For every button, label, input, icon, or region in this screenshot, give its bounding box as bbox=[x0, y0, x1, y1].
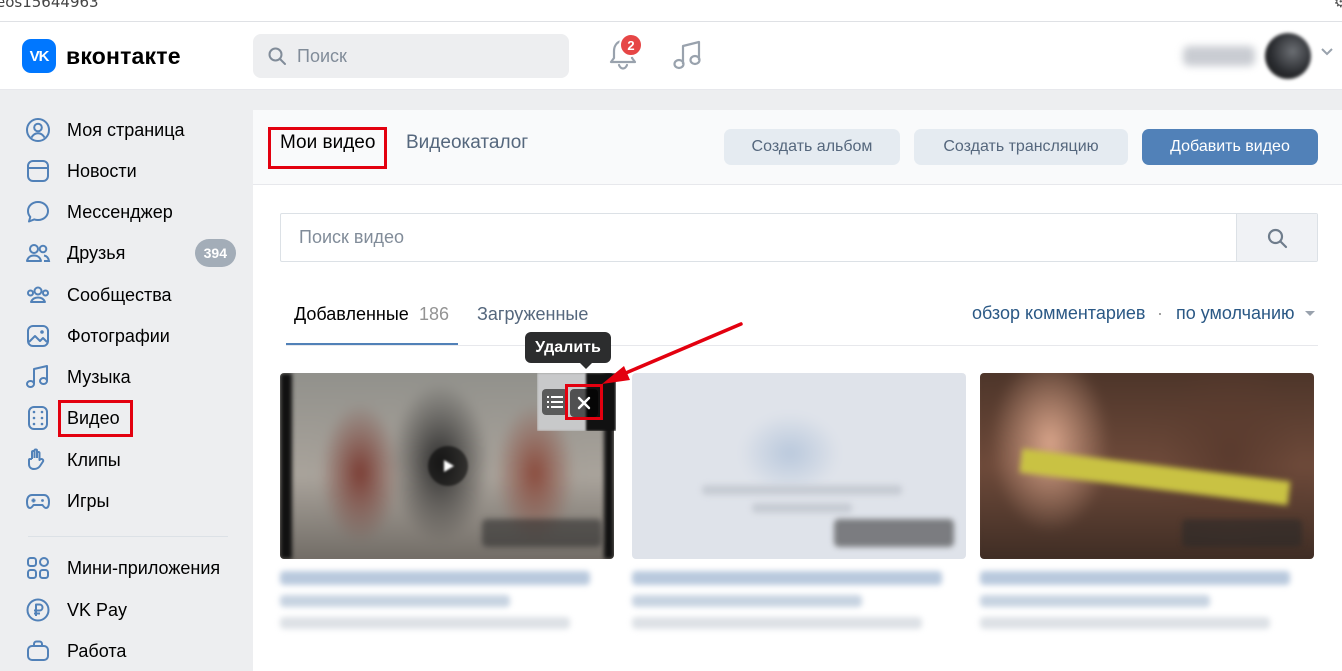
search-icon bbox=[268, 47, 286, 65]
video-author[interactable] bbox=[280, 595, 510, 607]
annotation-arrow-icon bbox=[602, 322, 743, 384]
video-meta bbox=[280, 617, 570, 629]
search-icon bbox=[1267, 228, 1288, 248]
message-icon bbox=[24, 198, 52, 226]
sidebar-item-label: Работа bbox=[67, 640, 127, 661]
sidebar-item-mini-apps[interactable]: Мини-приложения bbox=[24, 550, 236, 586]
top-header: VK вконтакте 2 bbox=[0, 22, 1342, 90]
sidebar-item-label: Клипы bbox=[67, 449, 121, 470]
url-text: eos15644963 bbox=[0, 0, 99, 11]
video-card[interactable] bbox=[980, 373, 1314, 629]
sidebar-item-clips[interactable]: Клипы bbox=[24, 442, 236, 478]
video-duration bbox=[1182, 519, 1302, 547]
sidebar-item-games[interactable]: Игры bbox=[24, 483, 236, 519]
sidebar-item-my-page[interactable]: Моя страница bbox=[24, 112, 236, 148]
sidebar-divider bbox=[28, 536, 228, 537]
video-card[interactable] bbox=[632, 373, 966, 629]
add-video-button[interactable]: Добавить видео bbox=[1142, 129, 1318, 165]
sidebar-item-friends[interactable]: Друзья 394 bbox=[24, 235, 236, 271]
logo-text: вконтакте bbox=[66, 42, 181, 69]
photo-icon bbox=[24, 322, 52, 350]
video-meta bbox=[632, 617, 922, 629]
apps-icon bbox=[24, 554, 52, 582]
sidebar-item-messenger[interactable]: Мессенджер bbox=[24, 194, 236, 230]
video-author[interactable] bbox=[632, 595, 862, 607]
highlight-box-delete bbox=[565, 384, 603, 420]
sidebar-item-label: Мини-приложения bbox=[67, 557, 221, 578]
communities-icon bbox=[24, 281, 52, 309]
sidebar-item-label: Фотографии bbox=[67, 325, 170, 346]
search-input[interactable] bbox=[297, 45, 537, 67]
music-icon[interactable] bbox=[672, 38, 704, 72]
avatar[interactable] bbox=[1265, 33, 1311, 79]
sidebar-item-communities[interactable]: Сообщества bbox=[24, 277, 236, 313]
comments-review-link[interactable]: обзор комментариев bbox=[972, 303, 1145, 324]
sidebar-item-news[interactable]: Новости bbox=[24, 153, 236, 189]
highlight-box-my-videos bbox=[268, 127, 387, 169]
sidebar-item-vk-pay[interactable]: VK Pay bbox=[24, 592, 236, 628]
subtab-active-underline bbox=[286, 343, 458, 345]
create-album-button[interactable]: Создать альбом bbox=[724, 129, 900, 165]
friends-count-badge: 394 bbox=[194, 239, 236, 267]
play-icon bbox=[428, 446, 468, 486]
news-icon bbox=[24, 157, 52, 185]
browser-url-bar[interactable]: eos15644963 ⚙ bbox=[0, 0, 1342, 22]
video-search-button[interactable] bbox=[1236, 214, 1317, 261]
tooltip-tail bbox=[579, 362, 593, 369]
video-icon bbox=[24, 404, 52, 432]
sidebar-item-music[interactable]: Музыка bbox=[24, 359, 236, 395]
video-title[interactable] bbox=[632, 571, 942, 585]
video-topbar: Мои видео Видеокаталог Создать альбом Со… bbox=[253, 110, 1342, 185]
video-duration bbox=[482, 519, 602, 547]
vkpay-icon bbox=[24, 596, 52, 624]
sidebar-item-label: Моя страница bbox=[67, 119, 185, 140]
video-main-panel: Мои видео Видеокаталог Создать альбом Со… bbox=[253, 110, 1342, 671]
video-thumbnail[interactable] bbox=[632, 373, 966, 559]
video-thumbnail[interactable] bbox=[980, 373, 1314, 559]
gamepad-icon bbox=[24, 487, 52, 515]
video-author[interactable] bbox=[980, 595, 1210, 607]
sidebar-item-work[interactable]: Работа bbox=[24, 633, 236, 669]
briefcase-icon bbox=[24, 637, 52, 665]
sidebar-item-label: Мессенджер bbox=[67, 201, 173, 222]
chevron-down-icon[interactable] bbox=[1321, 48, 1333, 56]
sidebar-item-label: Новости bbox=[67, 160, 137, 181]
sidebar-item-photos[interactable]: Фотографии bbox=[24, 318, 236, 354]
create-stream-button[interactable]: Создать трансляцию bbox=[914, 129, 1128, 165]
video-meta bbox=[980, 617, 1270, 629]
sidebar-item-label: Игры bbox=[67, 490, 110, 511]
video-duration bbox=[834, 519, 954, 547]
sidebar-item-label: Музыка bbox=[67, 366, 131, 387]
chevron-down-icon[interactable] bbox=[1304, 310, 1316, 318]
tab-video-catalog[interactable]: Видеокаталог bbox=[406, 132, 528, 154]
browser-edge-icon: ⚙ bbox=[1334, 0, 1342, 12]
video-search bbox=[280, 213, 1318, 262]
music-icon bbox=[24, 363, 52, 391]
sidebar-item-label: Сообщества bbox=[67, 284, 172, 305]
sidebar-item-label: Друзья bbox=[67, 242, 126, 263]
video-title[interactable] bbox=[280, 571, 590, 585]
vk-logo[interactable]: VK вконтакте bbox=[22, 39, 181, 73]
clips-icon bbox=[24, 446, 52, 474]
friends-icon bbox=[24, 239, 52, 267]
vk-logo-icon: VK bbox=[22, 39, 56, 73]
sidebar-item-label: VK Pay bbox=[67, 599, 128, 620]
subtabs-divider bbox=[286, 345, 1318, 346]
subtab-added-count: 186 bbox=[419, 304, 450, 324]
video-title[interactable] bbox=[980, 571, 1290, 585]
subtab-added[interactable]: Добавленные bbox=[294, 304, 409, 325]
sort-dropdown[interactable]: по умолчанию bbox=[1176, 303, 1295, 324]
notifications-badge: 2 bbox=[619, 33, 643, 57]
list-icon bbox=[547, 396, 563, 408]
video-search-input[interactable] bbox=[299, 227, 1199, 248]
subtab-uploaded[interactable]: Загруженные bbox=[477, 304, 588, 325]
global-search[interactable] bbox=[253, 34, 569, 78]
sort-separator: · bbox=[1157, 303, 1163, 323]
user-circle-icon bbox=[24, 116, 52, 144]
highlight-box-video bbox=[58, 400, 133, 437]
user-name[interactable] bbox=[1183, 46, 1255, 66]
